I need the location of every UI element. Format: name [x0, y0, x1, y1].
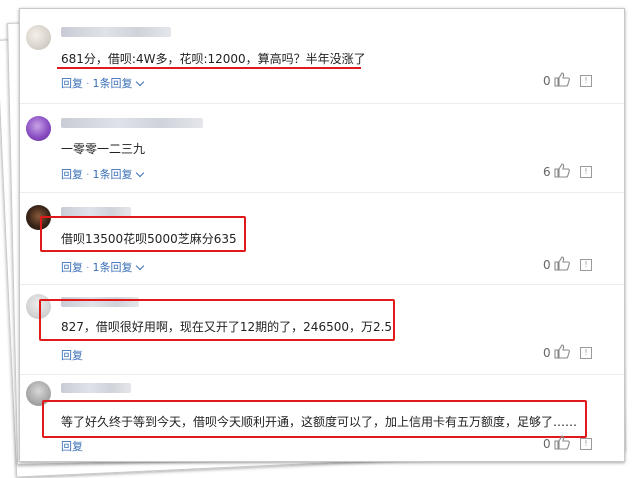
avatar[interactable] — [26, 116, 51, 141]
comment-actions: 回复 — [61, 438, 83, 454]
comment-actions: 回复 · 1条回复 — [61, 166, 144, 182]
divider — [20, 103, 624, 104]
replies-toggle[interactable]: 1条回复 — [93, 168, 144, 181]
comment-text: 等了好久终于等到今天，借呗今天顺利开通，这额度可以了，加上信用卡有五万额度，足够… — [61, 415, 578, 429]
comment-actions: 回复 — [61, 347, 83, 363]
report-icon[interactable]: ! — [580, 347, 592, 359]
report-icon[interactable]: ! — [580, 259, 592, 271]
thumbs-up-icon[interactable] — [554, 163, 570, 178]
comment-actions: 回复 · 1条回复 — [61, 259, 144, 275]
reply-link[interactable]: 回复 — [61, 440, 83, 453]
divider — [20, 374, 624, 375]
reply-link[interactable]: 回复 — [61, 349, 83, 362]
like-count: 0 — [543, 258, 551, 272]
comment-text: 一零零一二三九 — [61, 142, 146, 156]
thumbs-up-icon[interactable] — [554, 72, 570, 87]
replies-toggle[interactable]: 1条回复 — [93, 261, 144, 274]
like-count: 0 — [543, 74, 551, 88]
report-icon[interactable]: ! — [580, 438, 592, 450]
divider — [20, 192, 624, 193]
username-blurred[interactable] — [61, 383, 131, 393]
reply-link[interactable]: 回复 — [61, 261, 83, 274]
report-icon[interactable]: ! — [580, 166, 592, 178]
thumbs-up-icon[interactable] — [554, 435, 570, 450]
chevron-down-icon — [135, 168, 144, 178]
username-blurred[interactable] — [61, 118, 203, 128]
thumbs-up-icon[interactable] — [554, 256, 570, 271]
replies-toggle[interactable]: 1条回复 — [93, 77, 144, 90]
avatar[interactable] — [26, 25, 51, 50]
divider — [20, 284, 624, 285]
like-count: 6 — [543, 165, 551, 179]
comment-text: 借呗13500花呗5000芝麻分635 — [61, 232, 237, 246]
thumbs-up-icon[interactable] — [554, 344, 570, 359]
chevron-down-icon — [135, 77, 144, 87]
comment-text: 681分，借呗:4W多，花呗:12000，算高吗？半年没涨了 — [61, 52, 366, 66]
comment-panel: 681分，借呗:4W多，花呗:12000，算高吗？半年没涨了 回复 · 1条回复 0… — [19, 8, 625, 462]
reply-link[interactable]: 回复 — [61, 168, 83, 181]
chevron-down-icon — [135, 261, 144, 271]
comment-actions: 回复 · 1条回复 — [61, 75, 144, 91]
comment-text: 827，借呗很好用啊，现在又开了12期的了，246500，万2.5 — [61, 320, 393, 334]
report-icon[interactable]: ! — [580, 75, 592, 87]
like-count: 0 — [543, 346, 551, 360]
highlight-underline — [57, 67, 361, 69]
username-blurred[interactable] — [61, 27, 171, 37]
reply-link[interactable]: 回复 — [61, 77, 83, 90]
like-count: 0 — [543, 437, 551, 451]
